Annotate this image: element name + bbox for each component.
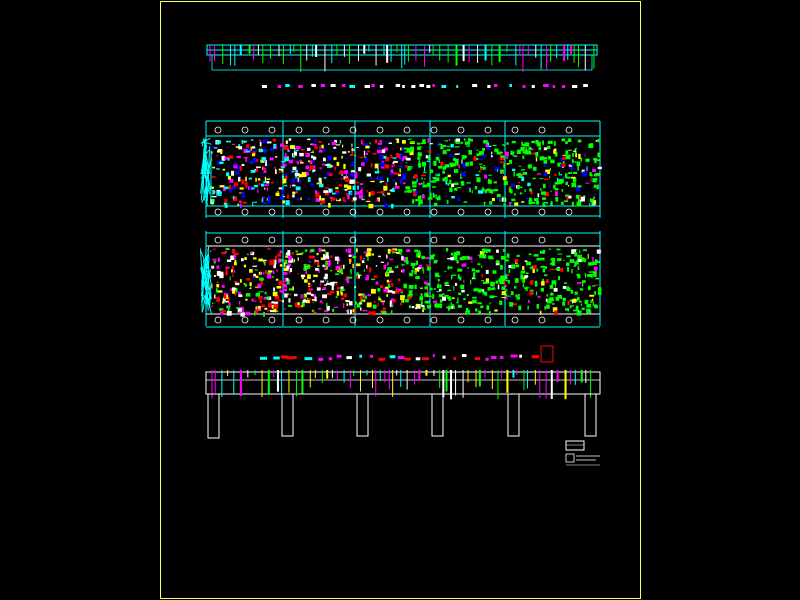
top-elevation-view [206, 44, 598, 88]
side-elevation-view [205, 345, 601, 439]
plan-view-upper [200, 120, 602, 218]
cad-drawing-viewport [0, 0, 800, 600]
legend-block [565, 440, 600, 466]
plan-view-lower [199, 231, 602, 328]
sheet-frame [160, 1, 641, 599]
cad-drawing-canvas [160, 1, 641, 599]
